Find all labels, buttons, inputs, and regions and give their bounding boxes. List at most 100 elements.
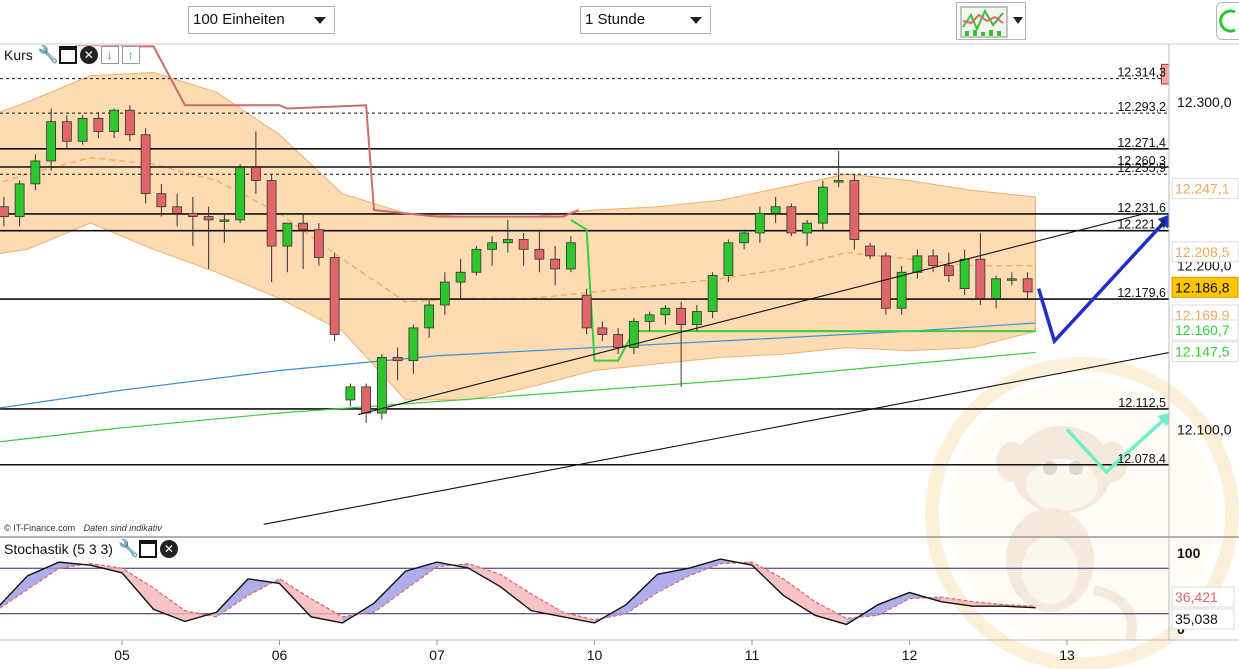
- candle-down: [266, 180, 277, 247]
- candle-down: [298, 222, 309, 231]
- main-panel-header: Kurs 🔧 ✕ ↓ ↑: [4, 46, 140, 64]
- stochastic-panel-title: Stochastik (5 3 3): [4, 541, 113, 557]
- candle-down: [597, 327, 608, 335]
- maximize-icon[interactable]: [58, 46, 77, 64]
- candle-up: [502, 239, 513, 244]
- candle-down: [550, 258, 561, 270]
- candle-down: [250, 167, 261, 181]
- candle-up: [1006, 278, 1017, 281]
- candle-down: [0, 206, 9, 217]
- candle-down: [676, 307, 687, 326]
- candle-down: [928, 255, 939, 267]
- price-tick-label: 12.300,0: [1177, 94, 1232, 110]
- close-icon[interactable]: ✕: [79, 46, 98, 64]
- data-credit: © IT-Finance.com Daten sind indikativ: [4, 523, 162, 533]
- candle-down: [581, 294, 592, 329]
- price-tick-label: 12.100,0: [1177, 421, 1232, 437]
- candle-down: [880, 255, 891, 309]
- candle-up: [345, 386, 356, 401]
- candle-up: [471, 248, 482, 273]
- candle-down: [392, 356, 403, 362]
- time-tick-label: 06: [272, 647, 288, 663]
- candle-down: [1022, 278, 1033, 293]
- candle-up: [439, 281, 450, 306]
- candle-up: [723, 242, 734, 276]
- candle-up: [14, 183, 25, 217]
- level-label: 12.293,2: [1117, 100, 1166, 114]
- time-tick-label: 13: [1059, 647, 1075, 663]
- candle-up: [802, 222, 813, 234]
- candle-down: [61, 121, 72, 142]
- move-down-icon[interactable]: ↓: [100, 46, 119, 64]
- stochastic-fill: [27, 562, 59, 590]
- candle-up: [817, 186, 828, 224]
- stochastic-tick-label: 100: [1177, 545, 1201, 561]
- candle-up: [912, 255, 923, 273]
- candle-up: [991, 278, 1002, 299]
- wrench-icon[interactable]: 🔧: [38, 46, 59, 64]
- bollinger-band: [0, 71, 1036, 401]
- candle-down: [313, 229, 324, 258]
- maximize-icon[interactable]: [138, 540, 157, 558]
- candle-up: [833, 180, 844, 183]
- price-badge-label: 12.160,7: [1175, 322, 1230, 338]
- candle-down: [361, 386, 372, 414]
- candle-down: [93, 117, 104, 132]
- stochastic-badge-label: 35,038: [1175, 611, 1218, 627]
- candle-down: [172, 206, 183, 214]
- target-zone-box: [1161, 63, 1169, 85]
- stochastic-fill: [153, 587, 185, 622]
- time-tick-label: 11: [745, 647, 760, 663]
- candle-down: [203, 216, 214, 221]
- price-chart[interactable]: 12.314,312.293,212.271,412.260,312.255,9…: [0, 0, 1239, 669]
- candle-down: [613, 334, 624, 348]
- price-badge-label: 12.147,5: [1175, 344, 1230, 360]
- candle-down: [786, 206, 797, 234]
- price-badge-label: 12.186,8: [1175, 279, 1230, 295]
- candle-up: [896, 271, 907, 309]
- level-label: 12.221,4: [1117, 218, 1166, 232]
- credit-text: © IT-Finance.com: [4, 523, 76, 533]
- stochastic-panel-header: Stochastik (5 3 3) 🔧 ✕: [4, 540, 178, 558]
- candle-up: [754, 212, 765, 234]
- move-up-icon[interactable]: ↑: [121, 46, 140, 64]
- level-label: 12.112,5: [1118, 396, 1166, 410]
- candle-up: [109, 109, 120, 132]
- candle-up: [770, 206, 781, 214]
- level-label: 12.078,4: [1117, 452, 1166, 466]
- level-label: 12.255,9: [1117, 161, 1166, 175]
- candle-down: [865, 245, 876, 257]
- main-panel-title: Kurs: [4, 47, 33, 63]
- candle-up: [455, 271, 466, 283]
- candle-up: [376, 356, 387, 414]
- candle-down: [534, 248, 545, 260]
- price-badge-label: 12.247,1: [1175, 181, 1230, 197]
- candle-down: [518, 239, 529, 250]
- wrench-icon[interactable]: 🔧: [118, 540, 139, 558]
- level-label: 12.231,6: [1117, 201, 1166, 215]
- credit-note: Daten sind indikativ: [83, 523, 162, 533]
- time-tick-label: 10: [587, 647, 603, 663]
- candle-down: [849, 180, 860, 240]
- stochastic-fill: [500, 574, 532, 611]
- candle-down: [329, 257, 340, 335]
- candle-up: [707, 275, 718, 312]
- time-tick-label: 05: [114, 647, 130, 663]
- candle-up: [660, 307, 671, 316]
- candle-down: [156, 193, 167, 208]
- stochastic-fill: [815, 601, 847, 625]
- close-icon[interactable]: ✕: [159, 540, 178, 558]
- candle-up: [282, 222, 293, 247]
- candle-up: [46, 121, 57, 162]
- candle-down: [187, 212, 198, 217]
- candle-up: [644, 314, 655, 322]
- candle-down: [124, 109, 135, 136]
- time-tick-label: 12: [902, 647, 918, 663]
- candle-down: [943, 265, 954, 276]
- level-label: 12.179,6: [1117, 286, 1166, 300]
- candle-up: [219, 219, 230, 222]
- stochastic-fill: [783, 578, 815, 616]
- stochastic-fill: [878, 592, 910, 616]
- candle-up: [487, 242, 498, 250]
- candle-up: [691, 311, 702, 326]
